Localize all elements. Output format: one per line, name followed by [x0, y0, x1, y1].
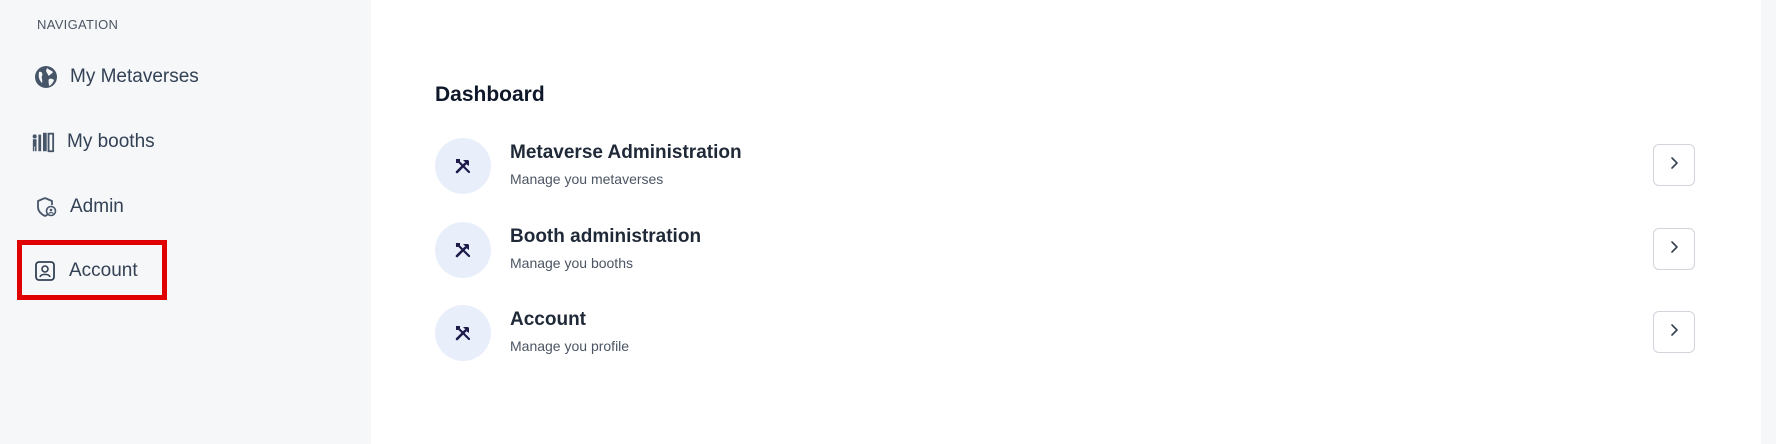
page-title: Dashboard — [435, 83, 545, 106]
chevron-right-icon — [1667, 323, 1681, 342]
dashboard-row-metaverse-administration[interactable]: Metaverse Administration Manage you meta… — [435, 138, 1705, 196]
dashboard-row-booth-administration[interactable]: Booth administration Manage you booths — [435, 222, 1705, 280]
row-subtitle: Manage you booths — [510, 255, 633, 271]
open-button[interactable] — [1653, 228, 1695, 270]
row-title: Account — [510, 309, 586, 330]
globe-icon — [34, 65, 58, 89]
sidebar-item-label: My booths — [67, 131, 155, 152]
tools-icon — [435, 305, 491, 361]
row-title: Booth administration — [510, 226, 702, 247]
open-button[interactable] — [1653, 144, 1695, 186]
sidebar-item-my-booths[interactable]: My booths — [31, 130, 155, 154]
main-content: Dashboard Metaverse Administration Manag… — [371, 0, 1761, 444]
booth-icon — [31, 130, 55, 154]
tools-icon — [435, 138, 491, 194]
row-subtitle: Manage you profile — [510, 338, 630, 354]
scrollbar[interactable] — [1761, 0, 1776, 444]
tools-icon — [435, 222, 491, 278]
app-window: NAVIGATION My Metaverses My booths Admin… — [0, 0, 1776, 444]
sidebar-item-account[interactable]: Account — [33, 259, 138, 283]
sidebar: NAVIGATION My Metaverses My booths Admin… — [0, 0, 371, 444]
sidebar-item-label: Account — [69, 260, 138, 281]
sidebar-item-my-metaverses[interactable]: My Metaverses — [34, 65, 199, 89]
chevron-right-icon — [1667, 156, 1681, 175]
nav-heading: NAVIGATION — [37, 17, 119, 32]
sidebar-item-label: Admin — [70, 196, 124, 217]
account-icon — [33, 259, 57, 283]
sidebar-item-admin[interactable]: Admin — [34, 195, 124, 219]
row-subtitle: Manage you metaverses — [510, 171, 664, 187]
dashboard-row-account[interactable]: Account Manage you profile — [435, 305, 1705, 363]
shield-icon — [34, 195, 58, 219]
row-title: Metaverse Administration — [510, 142, 742, 163]
open-button[interactable] — [1653, 311, 1695, 353]
sidebar-item-label: My Metaverses — [70, 66, 199, 87]
chevron-right-icon — [1667, 240, 1681, 259]
